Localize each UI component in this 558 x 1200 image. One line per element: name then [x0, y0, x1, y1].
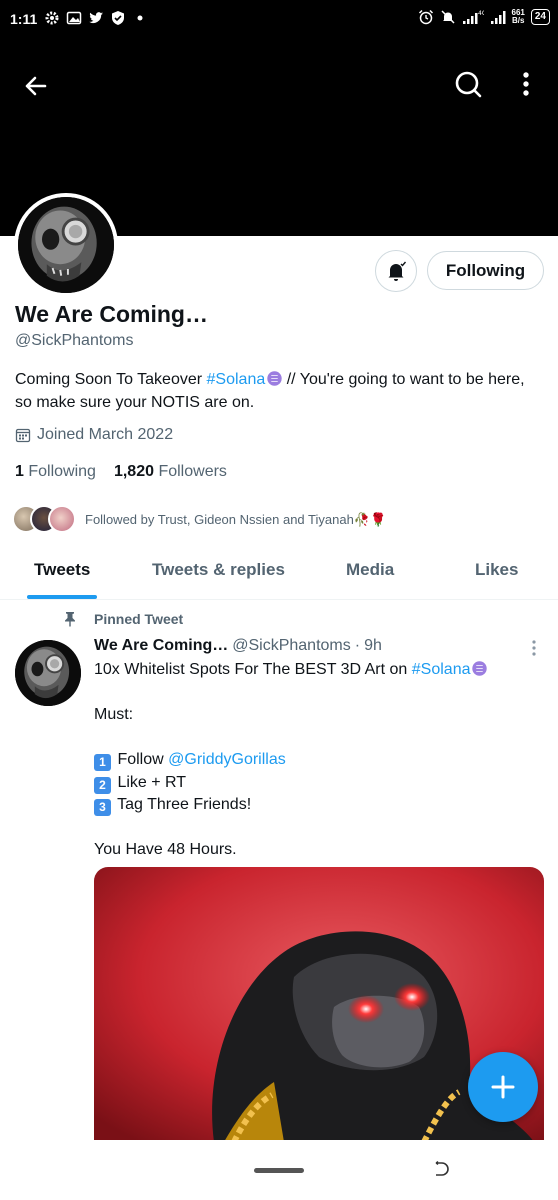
- pinned-tweet-label: Pinned Tweet: [62, 611, 183, 627]
- compose-plus-icon: [491, 1075, 515, 1099]
- tweet-timestamp[interactable]: 9h: [364, 637, 382, 655]
- tweet-author-handle: @SickPhantoms: [232, 637, 351, 654]
- profile-display-name: We Are Coming…: [15, 301, 208, 327]
- followers-stat-link[interactable]: 1,820 Followers: [114, 463, 227, 481]
- mute-bell-icon: [440, 9, 456, 25]
- tab-media[interactable]: Media: [346, 560, 394, 580]
- profile-bio: Coming Soon To Takeover #Solana // You'r…: [15, 370, 525, 411]
- tweet-separator: ·: [354, 637, 361, 654]
- profile-tabs: Tweets Tweets & replies Media Likes: [0, 548, 558, 600]
- pin-icon: [65, 612, 75, 627]
- followed-by-text: Followed by Trust, Gideon Nssien and Tiy…: [85, 512, 387, 527]
- tweet-header: We Are Coming… @SickPhantoms · 9h: [94, 637, 382, 655]
- tweet-author-avatar[interactable]: [15, 640, 81, 706]
- notifications-bell-button[interactable]: [375, 250, 417, 292]
- tab-likes[interactable]: Likes: [475, 560, 518, 580]
- top-navigation: [0, 60, 558, 110]
- solana-icon: [267, 370, 282, 386]
- tab-tweets[interactable]: Tweets: [34, 560, 90, 580]
- bell-icon: [388, 261, 407, 281]
- tweet-text: 10x Whitelist Spots For The BEST 3D Art …: [94, 659, 534, 862]
- alarm-icon: [418, 9, 434, 25]
- tweet-hashtag-link[interactable]: #Solana: [412, 661, 471, 678]
- gas-mask-skull-avatar: [15, 640, 81, 706]
- follow-stats: 1 Following 1,820 Followers: [15, 463, 227, 481]
- status-bar: 1:11 4G 661 B/s: [0, 0, 558, 40]
- gas-mask-skull-avatar: [18, 197, 114, 293]
- signal-icon: [490, 9, 506, 25]
- keycap-3-icon: 3: [94, 799, 111, 816]
- signal-4g-icon: 4G: [462, 9, 484, 25]
- notification-dot-icon: [132, 10, 148, 26]
- back-gesture-button[interactable]: [432, 1160, 452, 1180]
- tab-tweets-and-replies[interactable]: Tweets & replies: [152, 560, 285, 580]
- more-vertical-icon: [532, 640, 536, 656]
- tweet-author-name[interactable]: We Are Coming…: [94, 637, 228, 655]
- gallery-icon: [66, 10, 82, 26]
- solana-icon: [472, 661, 488, 676]
- back-gesture-icon: [435, 1160, 449, 1176]
- status-time: 1:11: [10, 11, 38, 27]
- following-button[interactable]: Following: [427, 251, 544, 290]
- followed-by-row[interactable]: Followed by Trust, Gideon Nssien and Tiy…: [12, 505, 386, 535]
- svg-text:4G: 4G: [478, 10, 484, 17]
- joined-date: Joined March 2022: [15, 426, 173, 444]
- tweet-more-button[interactable]: [524, 638, 544, 658]
- back-button[interactable]: [18, 68, 54, 104]
- back-arrow-icon: [25, 76, 47, 96]
- search-icon: [455, 71, 482, 98]
- more-options-button[interactable]: [508, 66, 544, 102]
- keycap-1-icon: 1: [94, 754, 111, 771]
- more-vertical-icon: [523, 72, 529, 96]
- profile-handle: @SickPhantoms: [15, 332, 134, 349]
- home-gesture-pill[interactable]: [254, 1168, 304, 1173]
- active-tab-indicator: [27, 595, 97, 599]
- mutual-follower-avatars: [12, 505, 80, 535]
- compose-tweet-button[interactable]: [468, 1052, 538, 1122]
- mention-link[interactable]: @GriddyGorillas: [168, 751, 286, 768]
- keycap-2-icon: 2: [94, 776, 111, 794]
- twitter-bird-icon: [88, 10, 104, 26]
- network-speed: 661 B/s: [511, 8, 525, 25]
- shield-check-icon: [110, 10, 126, 26]
- profile-avatar[interactable]: [14, 193, 118, 297]
- settings-gear-icon: [44, 10, 60, 26]
- search-button[interactable]: [450, 66, 486, 102]
- system-navigation-bar: [0, 1140, 558, 1200]
- following-stat-link[interactable]: 1 Following: [15, 463, 96, 481]
- mutual-avatar-3: [48, 505, 76, 533]
- battery-indicator: 24: [530, 9, 550, 25]
- bio-hashtag-link[interactable]: #Solana: [207, 371, 266, 388]
- calendar-icon: [15, 428, 31, 443]
